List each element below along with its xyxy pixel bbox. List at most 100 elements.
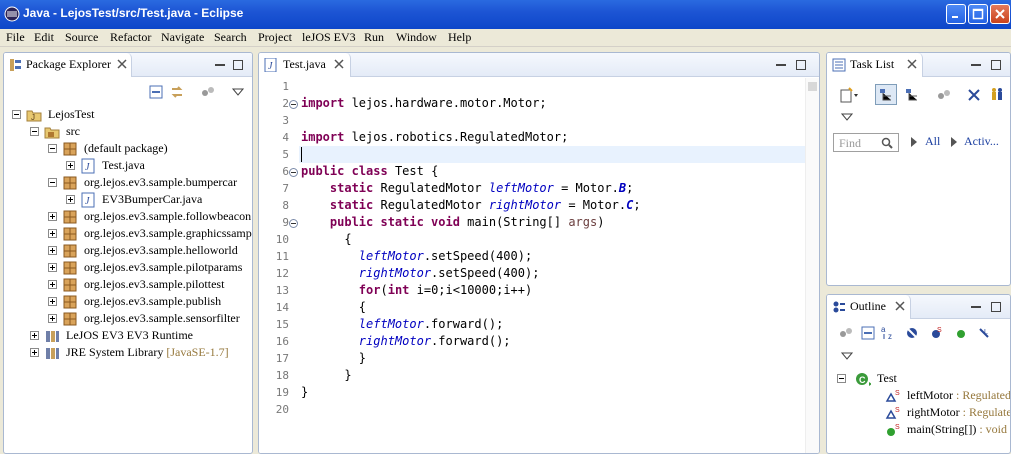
expand-icon[interactable] <box>48 246 57 255</box>
collapse-icon[interactable] <box>48 178 57 187</box>
menu-window[interactable]: Window <box>396 30 437 45</box>
minimize-view-icon[interactable] <box>214 59 226 71</box>
expand-icon[interactable] <box>48 229 57 238</box>
focus-icon[interactable] <box>937 88 951 102</box>
field-icon: S <box>885 407 900 419</box>
expand-icon[interactable] <box>48 280 57 289</box>
collapse-icon[interactable] <box>12 110 21 119</box>
expand-icon[interactable] <box>48 212 57 221</box>
focus-icon[interactable] <box>201 85 215 99</box>
menu-project[interactable]: Project <box>258 30 292 45</box>
svg-text:C: C <box>859 375 866 385</box>
minimize-view-icon[interactable] <box>970 59 982 71</box>
maximize-button[interactable] <box>968 4 988 24</box>
fold-collapse-icon[interactable] <box>289 168 298 177</box>
menu-lejos-ev3[interactable]: leJOS EV3 <box>302 30 356 45</box>
synchronize-icon[interactable] <box>989 86 1005 102</box>
collapse-icon[interactable] <box>30 127 39 136</box>
minimize-view-icon[interactable] <box>775 59 787 71</box>
text-cursor <box>301 147 302 162</box>
tree-label: org.lejos.ev3.sample.publish <box>84 294 222 308</box>
collapse-icon[interactable] <box>837 374 846 383</box>
overview-ruler[interactable] <box>805 78 819 453</box>
expand-icon[interactable] <box>66 161 75 170</box>
minimize-view-icon[interactable] <box>970 301 982 313</box>
window-title: Java - LejosTest/src/Test.java - Eclipse <box>23 6 244 20</box>
code-line: static RegulatedMotor leftMotor = Motor.… <box>301 181 634 195</box>
line-number: 17 <box>275 352 289 365</box>
tab-label: Package Explorer <box>26 57 111 71</box>
menu-refactor[interactable]: Refactor <box>110 30 151 45</box>
collapse-all-icon[interactable] <box>861 326 875 340</box>
hide-non-public-icon[interactable] <box>955 328 967 340</box>
maximize-view-icon[interactable] <box>232 59 244 71</box>
task-list-view: Task List Find All Activ... <box>826 52 1011 286</box>
fold-collapse-icon[interactable] <box>289 219 298 228</box>
activate-link[interactable]: Activ... <box>964 134 999 149</box>
collapse-icon[interactable] <box>48 144 57 153</box>
all-tasks-link[interactable]: All <box>925 134 940 149</box>
close-icon[interactable] <box>117 59 127 69</box>
maximize-view-icon[interactable] <box>795 59 807 71</box>
expand-icon[interactable] <box>48 263 57 272</box>
code-line: for(int i=0;i<10000;i++) <box>358 283 533 297</box>
close-icon[interactable] <box>334 59 344 69</box>
line-number: 16 <box>275 335 289 348</box>
categorized-toggle[interactable] <box>875 84 897 105</box>
collapse-all-icon[interactable] <box>967 88 981 102</box>
package-icon <box>63 278 77 292</box>
maximize-view-icon[interactable] <box>990 301 1002 313</box>
menu-navigate[interactable]: Navigate <box>161 30 204 45</box>
new-task-icon[interactable] <box>839 87 859 103</box>
collapse-all-icon[interactable] <box>149 85 163 99</box>
maximize-view-icon[interactable] <box>990 59 1002 71</box>
menu-help[interactable]: Help <box>448 30 471 45</box>
tree-label: Test.java <box>102 158 145 172</box>
code-line: rightMotor.setSpeed(400); <box>358 266 540 280</box>
view-menu-icon[interactable] <box>232 87 244 97</box>
expand-icon[interactable] <box>48 314 57 323</box>
code-line: import lejos.hardware.motor.Motor; <box>301 96 547 110</box>
focus-icon[interactable] <box>839 326 853 340</box>
hide-static-icon[interactable]: S <box>929 326 943 340</box>
close-icon[interactable] <box>895 301 905 311</box>
line-number: 5 <box>282 148 289 161</box>
search-icon <box>881 137 893 149</box>
sort-icon[interactable]: az <box>881 324 897 340</box>
close-button[interactable] <box>990 4 1010 24</box>
package-explorer-tabrow: Package Explorer <box>4 53 252 77</box>
hide-local-types-icon[interactable]: L <box>977 326 991 340</box>
view-menu-icon[interactable] <box>841 112 853 122</box>
find-input[interactable]: Find <box>833 133 899 152</box>
menu-file[interactable]: File <box>6 30 25 45</box>
expand-icon[interactable] <box>48 297 57 306</box>
hide-fields-icon[interactable] <box>905 326 919 340</box>
fold-collapse-icon[interactable] <box>289 100 298 109</box>
expand-icon[interactable] <box>30 348 39 357</box>
link-with-editor-icon[interactable] <box>170 85 184 99</box>
line-number: 14 <box>275 301 289 314</box>
minimize-button[interactable] <box>946 4 966 24</box>
package-explorer-icon <box>10 59 21 71</box>
task-list-icon <box>832 58 846 72</box>
tab-task-list[interactable]: Task List <box>827 53 923 77</box>
tab-test-java[interactable]: J Test.java <box>259 53 351 77</box>
tab-package-explorer[interactable]: Package Explorer <box>4 53 132 77</box>
menu-source[interactable]: Source <box>65 30 98 45</box>
line-number: 4 <box>282 131 289 144</box>
package-icon <box>63 227 77 241</box>
svg-text:S: S <box>895 424 900 431</box>
line-number: 11 <box>275 250 289 263</box>
java-file-icon: J <box>81 192 95 208</box>
menu-edit[interactable]: Edit <box>34 30 54 45</box>
categorized-icon <box>880 89 891 101</box>
expand-icon[interactable] <box>30 331 39 340</box>
view-menu-icon[interactable] <box>841 351 853 361</box>
code-editor[interactable]: 1 2 3 4 5 6 7 8 9 10 11 12 13 14 15 16 1… <box>259 78 819 453</box>
tab-outline[interactable]: Outline <box>827 295 911 319</box>
menu-run[interactable]: Run <box>364 30 384 45</box>
menu-search[interactable]: Search <box>214 30 247 45</box>
scheduled-icon[interactable] <box>905 88 919 102</box>
close-icon[interactable] <box>907 59 917 69</box>
expand-icon[interactable] <box>66 195 75 204</box>
